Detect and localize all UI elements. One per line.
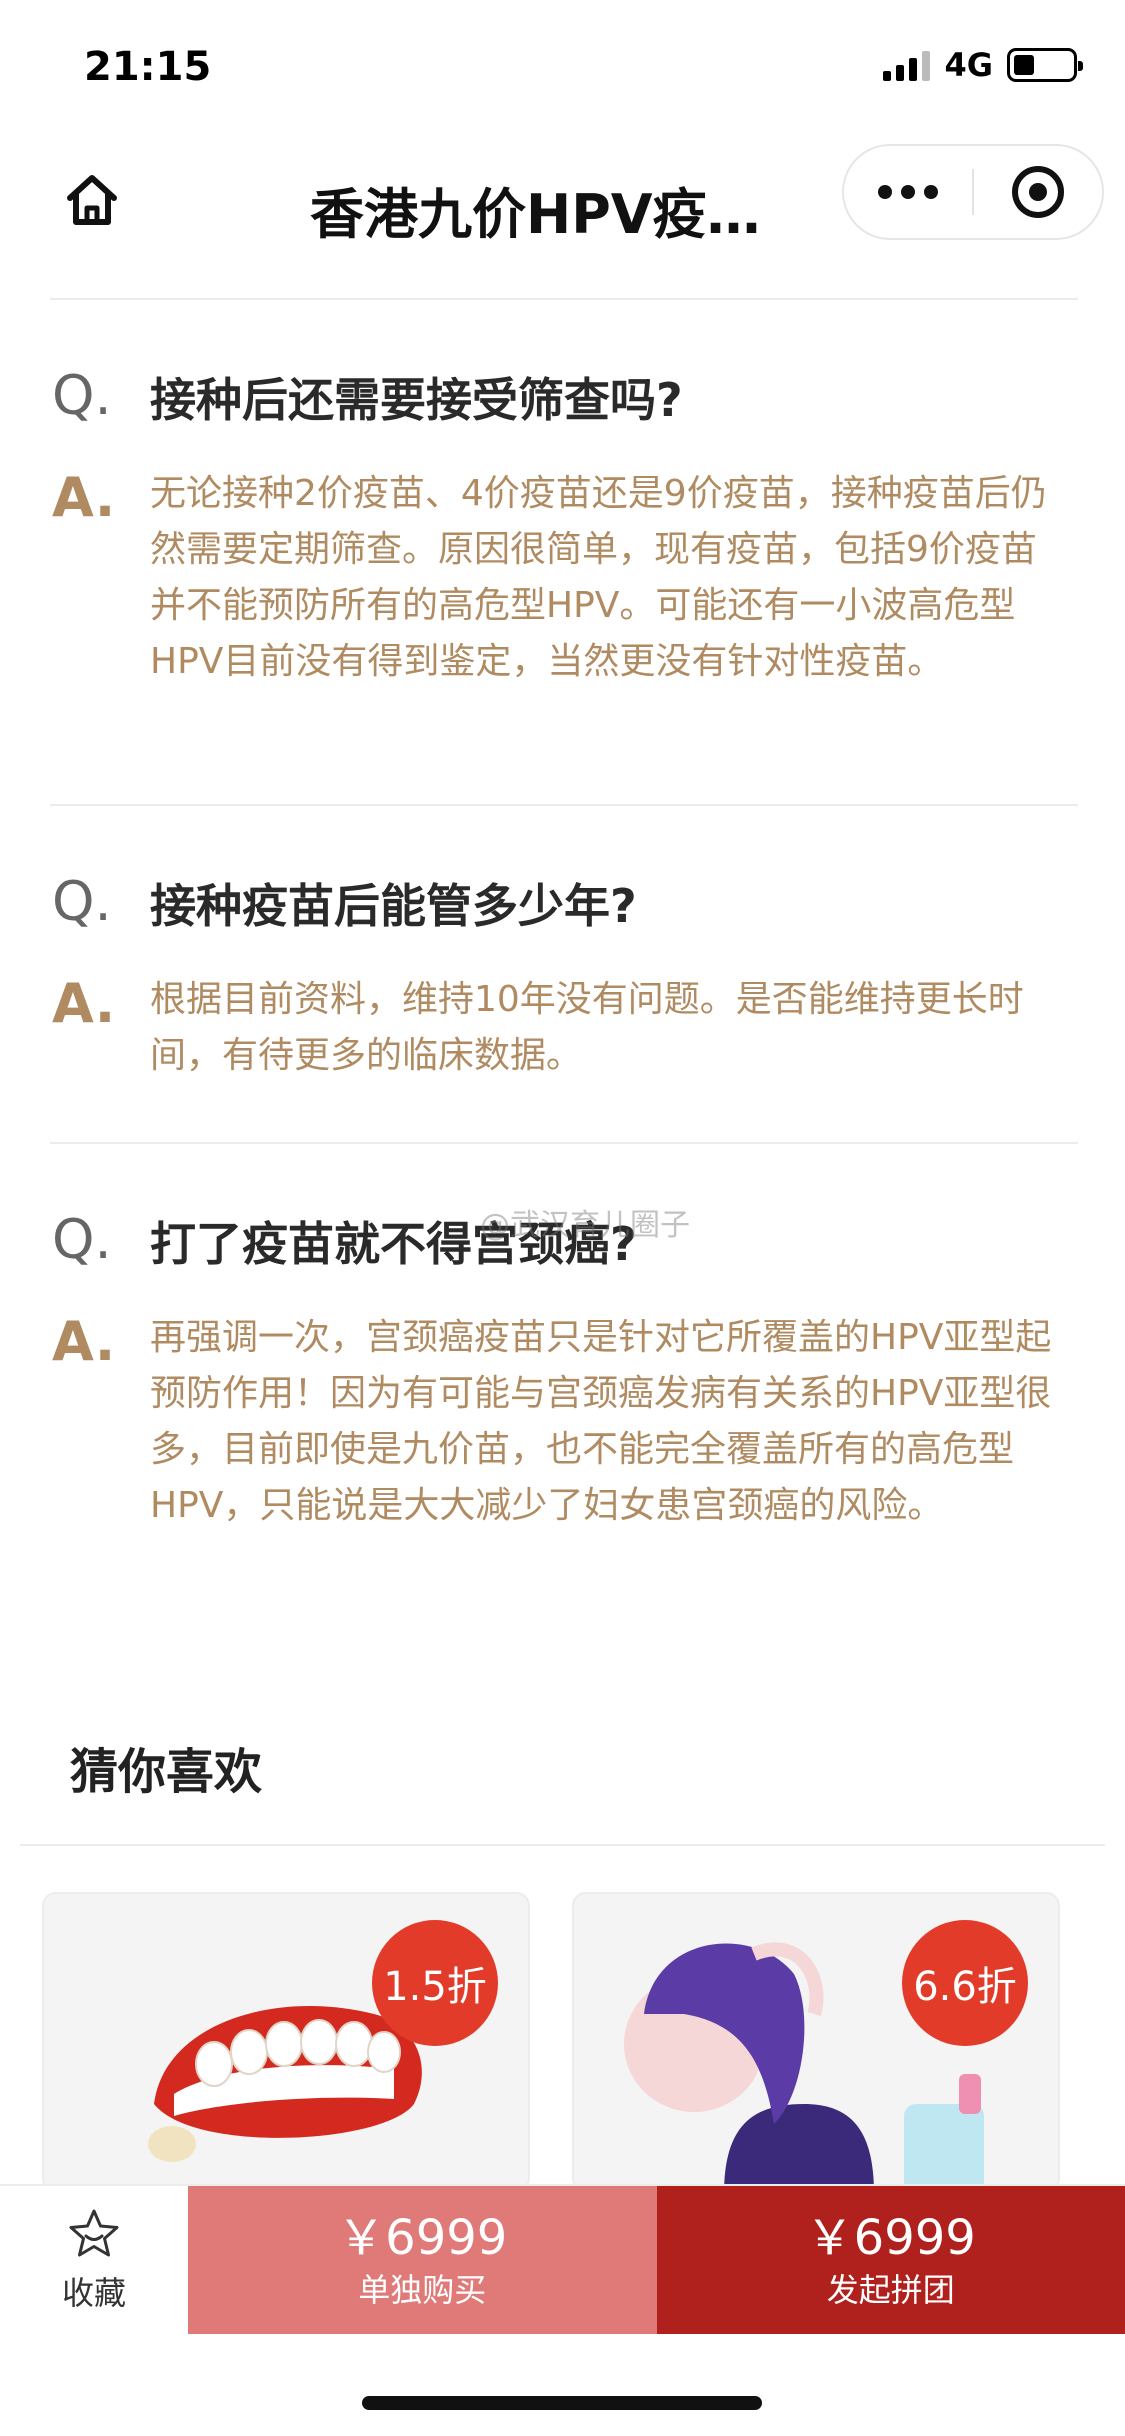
question-mark-label: Q. (52, 870, 112, 933)
divider (50, 298, 1078, 300)
more-dots-icon (878, 185, 892, 199)
status-indicators: 4G (883, 46, 1083, 84)
answer-mark-label: A. (52, 1310, 116, 1373)
buy-solo-button[interactable]: ￥6999 单独购买 (188, 2186, 657, 2334)
answer-mark-label: A. (52, 466, 116, 529)
recommend-title: 猜你喜欢 (70, 1744, 263, 1800)
bottom-action-bar: 收藏 ￥6999 单独购买 ￥6999 发起拼团 (0, 2184, 1125, 2334)
faq-answer: 无论接种2价疫苗、4价疫苗还是9价疫苗，接种疫苗后仍然需要定期筛查。原因很简单，… (150, 473, 1047, 682)
miniprogram-capsule (842, 144, 1104, 240)
faq-question-row: Q. 接种疫苗后能管多少年? (50, 862, 1080, 952)
faq-answer-row: A. 再强调一次，宫颈癌疫苗只是针对它所覆盖的HPV亚型起预防作用！因为有可能与… (50, 1310, 1080, 1534)
answer-mark-label: A. (52, 972, 116, 1035)
faq-answer-row: A. 根据目前资料，维持10年没有问题。是否能维持更长时间，有待更多的临床数据。 (50, 972, 1080, 1084)
solo-label: 单独购买 (358, 2271, 487, 2309)
solo-price: ￥6999 (337, 2210, 508, 2266)
faq-question: 接种后还需要接受筛查吗? (150, 373, 683, 427)
favorite-button[interactable]: 收藏 (0, 2186, 188, 2334)
faq-answer-row: A. 无论接种2价疫苗、4价疫苗还是9价疫苗，接种疫苗后仍然需要定期筛查。原因很… (50, 466, 1080, 690)
faq-question: 接种疫苗后能管多少年? (150, 879, 637, 933)
faq-answer: 再强调一次，宫颈癌疫苗只是针对它所覆盖的HPV亚型起预防作用！因为有可能与宫颈癌… (150, 1317, 1052, 1526)
faq-answer: 根据目前资料，维持10年没有问题。是否能维持更长时间，有待更多的临床数据。 (150, 979, 1024, 1076)
more-dots-icon (901, 185, 915, 199)
faq-item: Q. 接种后还需要接受筛查吗? A. 无论接种2价疫苗、4价疫苗还是9价疫苗，接… (50, 356, 1080, 690)
star-icon (69, 2209, 119, 2257)
product-card[interactable]: 1.5折 (42, 1892, 530, 2192)
home-icon (67, 175, 117, 225)
product-card[interactable]: 6.6折 (572, 1892, 1060, 2192)
faq-question-row: Q. 接种后还需要接受筛查吗? (50, 356, 1080, 446)
divider (20, 1844, 1105, 1846)
start-group-button[interactable]: ￥6999 发起拼团 (656, 2186, 1125, 2334)
close-button[interactable] (974, 146, 1102, 238)
group-price: ￥6999 (805, 2210, 976, 2266)
home-button[interactable] (56, 164, 128, 236)
signal-icon (883, 49, 931, 81)
discount-badge: 1.5折 (372, 1920, 498, 2046)
discount-badge: 6.6折 (902, 1920, 1028, 2046)
nav-bar: 香港九价HPV疫… (0, 140, 1125, 300)
network-label: 4G (944, 46, 993, 84)
status-time: 21:15 (84, 44, 212, 90)
question-mark-label: Q. (52, 364, 112, 427)
page-title: 香港九价HPV疫… (310, 183, 761, 246)
group-label: 发起拼团 (826, 2271, 955, 2309)
divider (50, 1142, 1078, 1144)
battery-icon (1007, 48, 1083, 82)
divider (50, 804, 1078, 806)
target-icon (1011, 166, 1064, 218)
home-indicator (362, 2396, 762, 2410)
battery-level (1014, 55, 1034, 75)
question-mark-label: Q. (52, 1208, 112, 1271)
faq-item: Q. 接种疫苗后能管多少年? A. 根据目前资料，维持10年没有问题。是否能维持… (50, 862, 1080, 1084)
status-bar: 21:15 4G (0, 0, 1125, 140)
faq-item: Q. 打了疫苗就不得宫颈癌? A. 再强调一次，宫颈癌疫苗只是针对它所覆盖的HP… (50, 1200, 1080, 1534)
favorite-label: 收藏 (61, 2274, 126, 2312)
more-dots-icon (924, 185, 938, 199)
more-button[interactable] (844, 146, 972, 238)
watermark: @武汉育儿圈子 (480, 1208, 690, 1243)
